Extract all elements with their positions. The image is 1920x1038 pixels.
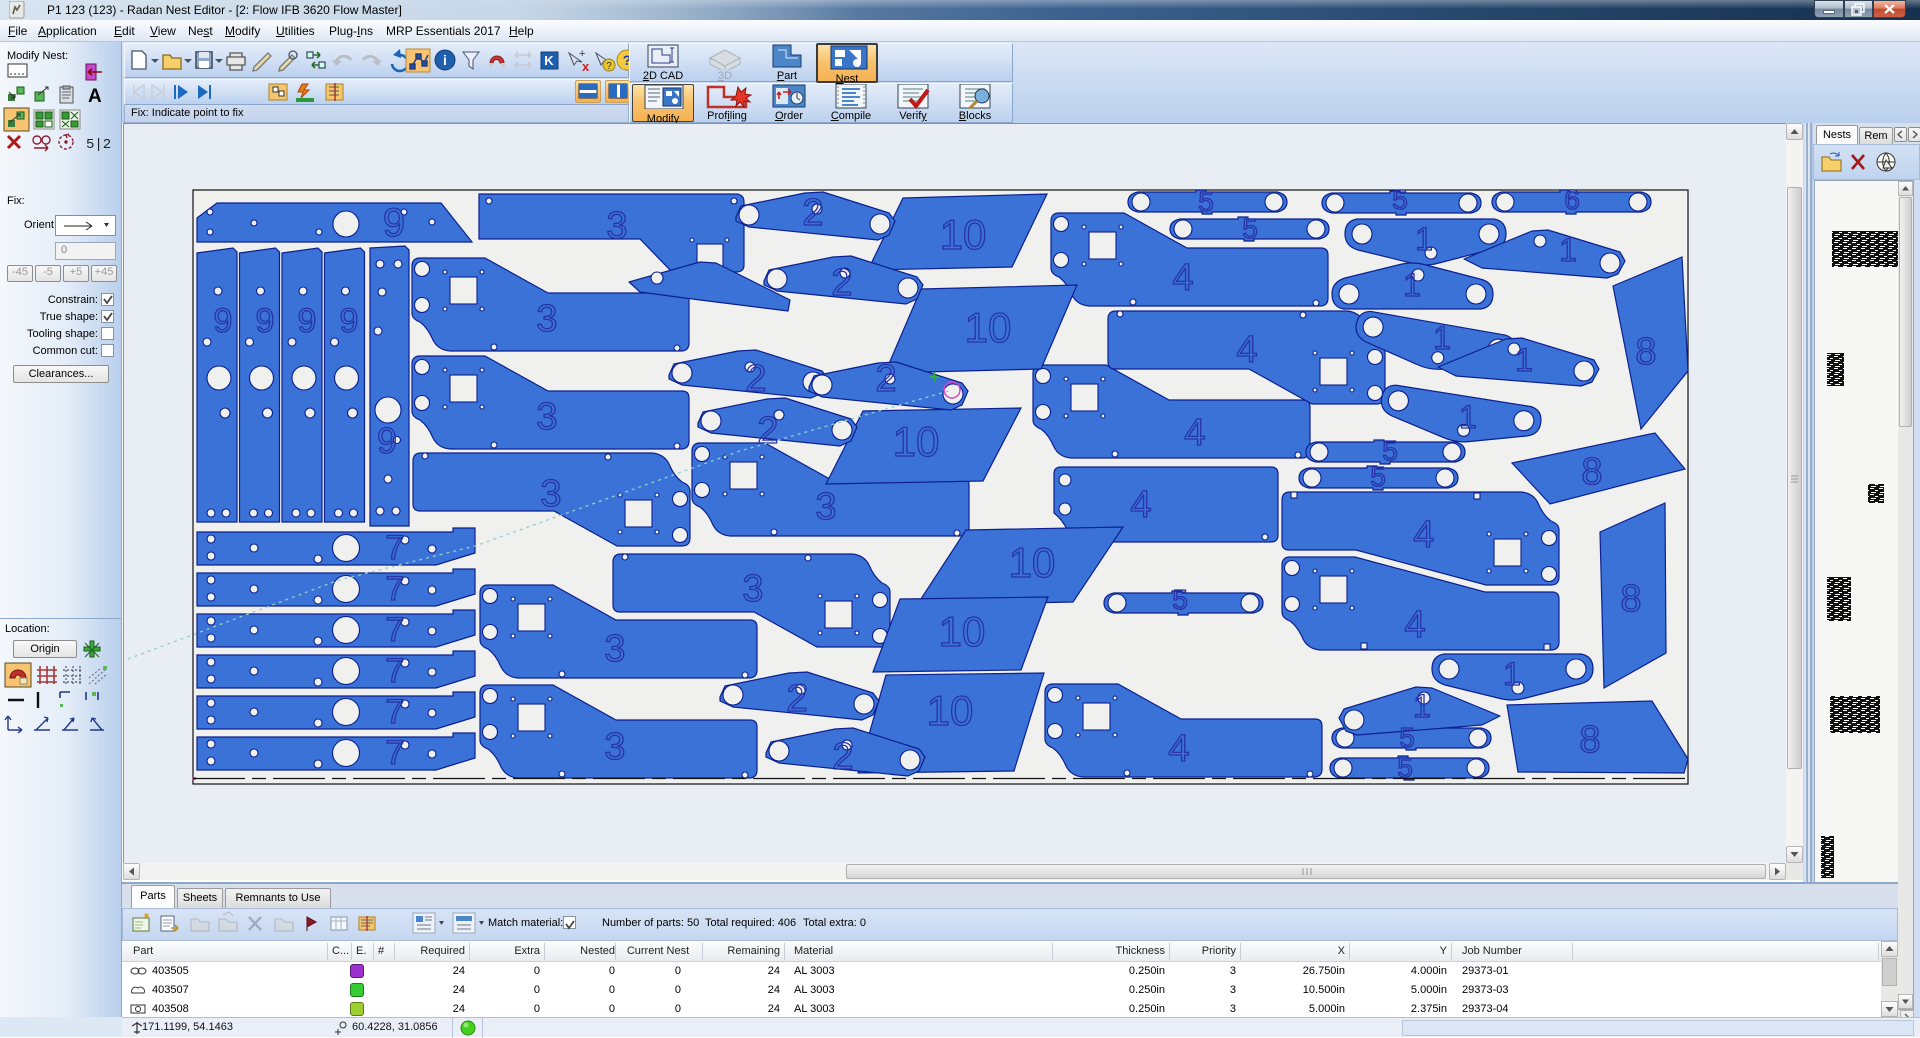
svg-text:1: 1 <box>1415 221 1433 257</box>
svg-text:6: 6 <box>1564 184 1580 215</box>
svg-text:10: 10 <box>893 418 940 465</box>
svg-text:7: 7 <box>386 652 405 690</box>
svg-text:7: 7 <box>386 529 405 567</box>
svg-text:K: K <box>544 53 554 68</box>
svg-text:2: 2 <box>786 678 807 720</box>
svg-text:9: 9 <box>256 302 275 340</box>
svg-text:7: 7 <box>386 570 405 608</box>
svg-text:1: 1 <box>1433 320 1451 356</box>
svg-text:10: 10 <box>927 687 974 734</box>
svg-text:9: 9 <box>214 302 233 340</box>
svg-text:8: 8 <box>1635 331 1656 373</box>
svg-text:5: 5 <box>1198 186 1214 217</box>
svg-text:1: 1 <box>1413 688 1431 724</box>
svg-text:2: 2 <box>757 410 778 452</box>
svg-text:10: 10 <box>1009 539 1056 586</box>
svg-text:3: 3 <box>536 396 557 438</box>
svg-text:8: 8 <box>1581 451 1602 493</box>
svg-text:3: 3 <box>604 726 625 768</box>
svg-text:3: 3 <box>606 205 627 247</box>
svg-text:4: 4 <box>1130 484 1151 526</box>
svg-text:1: 1 <box>1503 656 1521 692</box>
svg-text:4: 4 <box>1184 412 1205 454</box>
svg-text:4: 4 <box>1413 514 1434 556</box>
svg-text:7: 7 <box>386 734 405 772</box>
svg-text:?: ? <box>606 61 612 72</box>
svg-text:5: 5 <box>1399 722 1415 753</box>
svg-text:1: 1 <box>1459 399 1477 435</box>
svg-text:1: 1 <box>1403 267 1421 303</box>
svg-text:9: 9 <box>383 201 405 245</box>
svg-text:8: 8 <box>1620 578 1641 620</box>
svg-text:5: 5 <box>1172 584 1188 615</box>
svg-text:5: 5 <box>1392 184 1408 215</box>
svg-text:1: 1 <box>1559 232 1577 268</box>
svg-text:2: 2 <box>832 736 853 778</box>
svg-text:4: 4 <box>1404 604 1425 646</box>
svg-text:3: 3 <box>540 473 561 515</box>
svg-text:5: 5 <box>1370 461 1386 492</box>
svg-text:10: 10 <box>939 608 986 655</box>
svg-text:9: 9 <box>298 302 317 340</box>
svg-text:3: 3 <box>604 628 625 670</box>
svg-text:9: 9 <box>340 302 359 340</box>
svg-text:2: 2 <box>831 262 852 304</box>
svg-text:7: 7 <box>386 693 405 731</box>
svg-text:7: 7 <box>386 611 405 649</box>
svg-text:2: 2 <box>875 358 896 400</box>
svg-text:10: 10 <box>965 304 1012 351</box>
svg-text:5: 5 <box>1242 213 1258 244</box>
svg-text:8: 8 <box>1579 719 1600 761</box>
svg-text:10: 10 <box>940 211 987 258</box>
svg-text:3: 3 <box>536 298 557 340</box>
svg-text:2: 2 <box>802 192 823 234</box>
svg-text:2: 2 <box>745 358 766 400</box>
svg-text:4: 4 <box>1172 257 1193 299</box>
svg-text:3: 3 <box>815 486 836 528</box>
svg-text:x: x <box>582 59 590 74</box>
svg-text:9: 9 <box>377 420 397 461</box>
svg-text:5|2: 5|2 <box>86 137 111 153</box>
svg-text:+: + <box>579 48 585 60</box>
svg-text:4: 4 <box>1168 728 1189 770</box>
svg-text:A: A <box>88 86 102 107</box>
svg-text:3: 3 <box>742 568 763 610</box>
svg-text:4: 4 <box>1236 329 1257 371</box>
svg-text:1: 1 <box>1515 342 1533 378</box>
svg-text:i: i <box>443 52 447 68</box>
